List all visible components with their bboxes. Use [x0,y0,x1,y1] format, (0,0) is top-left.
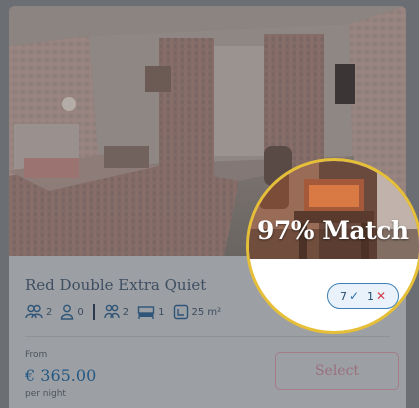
amenities-row: 2 0 2 1 25 m² [25,302,229,322]
bed-amenity: 1 [137,304,165,320]
room-size-icon [173,304,188,320]
matched-count: 7 [339,289,347,303]
guests-count: 2 [122,306,130,318]
cross-icon: ✕ [376,289,387,303]
unmatched-count: 1 [367,289,374,303]
child-amenity: 0 [60,304,84,320]
children-count: 0 [77,306,84,318]
adults-amenity: 2 [25,304,52,320]
guests-amenity: 2 [104,304,129,320]
room-size: 25 m² [191,306,222,318]
adults-count: 2 [46,306,53,318]
screen: Red Double Extra Quiet 2 0 2 1 25 m² Fro… [0,0,419,408]
select-button[interactable]: Select [275,352,399,390]
price-value: € 365.00 [25,366,97,385]
match-magnifier: 97% Match 7 ✓ 1 ✕ [246,158,419,334]
price-from-label: From [25,350,48,360]
amenities-separator [92,304,95,320]
guests-icon [104,304,120,319]
size-amenity: 25 m² [173,304,222,320]
check-icon: ✓ [348,289,359,303]
adults-icon [25,304,43,319]
price-unit: per night [25,389,66,399]
child-icon [61,304,74,320]
card-divider [25,336,390,337]
match-criteria-pill: 7 ✓ 1 ✕ [327,283,399,309]
match-percentage: 97% Match [257,216,409,245]
bed-icon [137,306,155,319]
beds-count: 1 [158,306,165,318]
room-name: Red Double Extra Quiet [25,276,207,294]
